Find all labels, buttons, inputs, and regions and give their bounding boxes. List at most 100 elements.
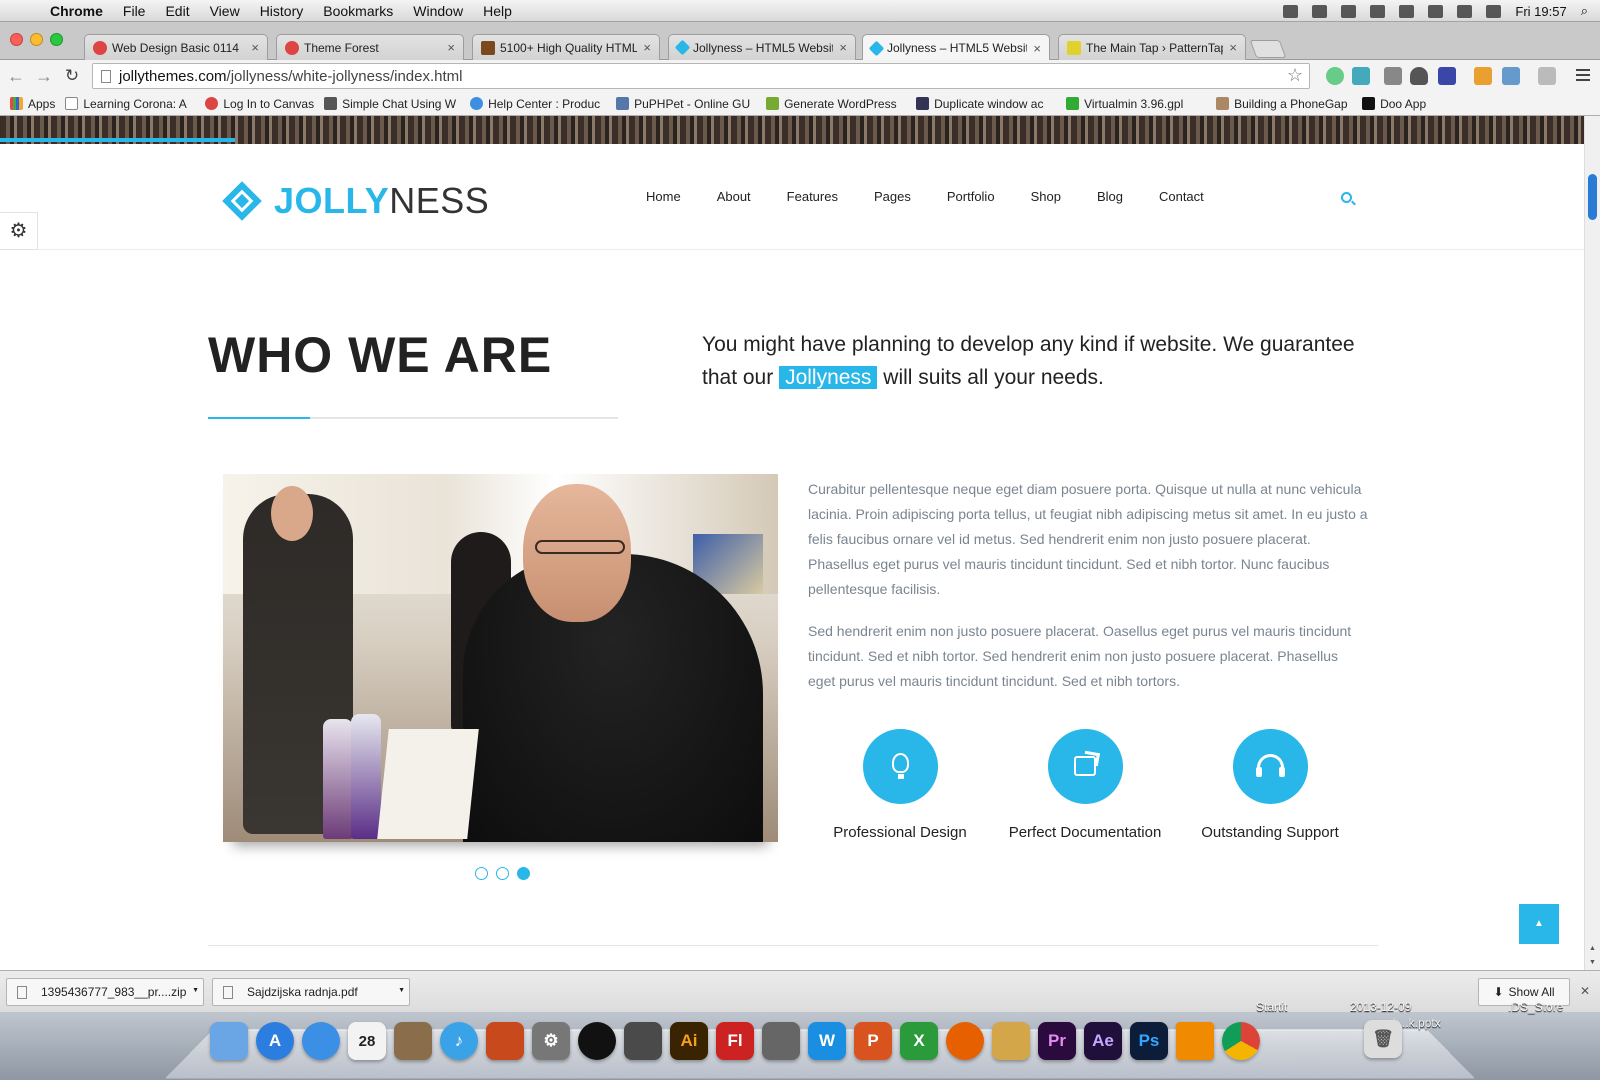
new-tab-button[interactable] [1249,40,1287,58]
tab-jollyness-1[interactable]: Jollyness – HTML5 Website × [668,34,856,60]
slider-dot-1[interactable] [475,867,488,880]
bookmark-duplicate-window[interactable]: Duplicate window ac [916,97,1056,111]
finder-icon[interactable] [210,1022,248,1060]
forward-icon[interactable]: → [32,66,56,87]
tab-close-icon[interactable]: × [1033,41,1041,56]
extension-wave-icon[interactable] [1352,67,1370,85]
extension-on-icon[interactable] [1326,67,1344,85]
feature-outstanding-support[interactable]: Outstanding Support [1175,729,1365,841]
tab-patterntap[interactable]: The Main Tap › PatternTap × [1058,34,1246,60]
chrome-menu-icon[interactable] [1576,69,1590,84]
wifi-icon[interactable] [1428,4,1444,18]
tab-web-design-basic[interactable]: Web Design Basic 0114 × [84,34,268,60]
extension-folder-icon[interactable] [1502,67,1520,85]
pocket-icon[interactable] [1410,67,1428,85]
settings-gear-icon[interactable]: ⚙ [0,212,38,250]
tab-theme-forest[interactable]: Theme Forest × [276,34,464,60]
tab-jollyness-active[interactable]: Jollyness – HTML5 Website × [862,34,1050,61]
menu-history[interactable]: History [250,3,314,19]
extension-ruler-icon[interactable] [1474,67,1492,85]
powerpoint-icon[interactable]: P [854,1022,892,1060]
vlc-icon[interactable] [1176,1022,1214,1060]
photos-icon[interactable] [394,1022,432,1060]
bookmark-puphpet[interactable]: PuPHPet - Online GU [616,97,756,111]
chrome-icon[interactable] [1222,1022,1260,1060]
scrollbar-thumb[interactable] [1588,174,1597,220]
calendar-icon[interactable]: 28 [348,1022,386,1060]
back-to-top-button[interactable]: ▲ [1519,904,1559,944]
reload-icon[interactable]: ↻ [60,66,84,86]
bookmark-simple-chat[interactable]: Simple Chat Using W [324,97,460,111]
menu-file[interactable]: File [113,3,156,19]
back-icon[interactable]: ← [4,66,28,87]
firefox-icon[interactable] [946,1022,984,1060]
menu-view[interactable]: View [200,3,250,19]
quill-app-icon[interactable] [624,1022,662,1060]
app-store-icon[interactable]: A [256,1022,294,1060]
safari-icon[interactable] [302,1022,340,1060]
slider-dot-3[interactable] [517,867,530,880]
scroll-up-arrow-icon[interactable]: ▲ [1589,945,1596,952]
bookmark-learning-corona[interactable]: Learning Corona: A [65,97,195,111]
after-effects-icon[interactable]: Ae [1084,1022,1122,1060]
download-item-pdf[interactable]: Sajdzijska radnja.pdf ▼ [212,978,410,1006]
close-window-button[interactable] [10,33,23,46]
extension-book-icon[interactable] [1438,67,1456,85]
bookmark-phonegap[interactable]: Building a PhoneGap [1216,97,1352,111]
tab-close-icon[interactable]: × [251,40,259,55]
trash-icon[interactable]: 🗑 [1364,1020,1402,1058]
nav-features[interactable]: Features [787,189,838,204]
status-one-icon[interactable] [1312,4,1328,18]
bookmark-canvas[interactable]: Log In to Canvas [205,97,314,111]
site-logo[interactable]: JOLLYNESS [222,180,489,222]
nav-portfolio[interactable]: Portfolio [947,189,995,204]
excel-icon[interactable]: X [900,1022,938,1060]
dropdown-arrow-icon[interactable]: ▼ [398,987,405,994]
tab-close-icon[interactable]: × [1229,40,1237,55]
search-icon[interactable] [1341,192,1352,203]
input-source-icon[interactable] [1457,4,1473,18]
nav-home[interactable]: Home [646,189,681,204]
volume-icon[interactable] [1486,4,1502,18]
premiere-icon[interactable]: Pr [1038,1022,1076,1060]
bookmark-star-icon[interactable]: ☆ [1287,65,1303,86]
nav-about[interactable]: About [717,189,751,204]
bookmark-generate-wordpress[interactable]: Generate WordPress [766,97,906,111]
zoom-window-button[interactable] [50,33,63,46]
ableton-live-icon[interactable] [578,1022,616,1060]
audio-editor-icon[interactable] [486,1022,524,1060]
bookmark-help-center[interactable]: Help Center : Produc [470,97,606,111]
scroll-down-arrow-icon[interactable]: ▼ [1589,959,1596,966]
bookmark-doo-app[interactable]: Doo App [1362,97,1426,111]
slider-dot-2[interactable] [496,867,509,880]
menu-bookmarks[interactable]: Bookmarks [313,3,403,19]
spotlight-icon[interactable]: ⌕ [1581,3,1588,19]
archive-utility-icon[interactable] [762,1022,800,1060]
close-downloads-icon[interactable]: ✕ [1580,984,1590,998]
menu-edit[interactable]: Edit [155,3,199,19]
bookmark-virtualmin[interactable]: Virtualmin 3.96.gpl [1066,97,1206,111]
nav-shop[interactable]: Shop [1031,189,1061,204]
dropdown-arrow-icon[interactable]: ▼ [192,987,199,994]
download-item-zip[interactable]: 1395436777_983__pr....zip ▼ [6,978,204,1006]
page-scrollbar[interactable]: ▲ ▼ [1584,116,1600,970]
tab-5100-html[interactable]: 5100+ High Quality HTML × [472,34,660,60]
tab-close-icon[interactable]: × [839,40,847,55]
tab-close-icon[interactable]: × [447,40,455,55]
status-app-icon[interactable] [1283,4,1299,18]
tab-close-icon[interactable]: × [643,40,651,55]
display-icon[interactable] [1341,4,1357,18]
bluetooth-icon[interactable] [1399,4,1415,18]
nav-contact[interactable]: Contact [1159,189,1204,204]
extension-mail-icon[interactable] [1538,67,1556,85]
feature-perfect-documentation[interactable]: Perfect Documentation [990,729,1180,841]
menu-help[interactable]: Help [473,3,522,19]
minimize-window-button[interactable] [30,33,43,46]
nav-blog[interactable]: Blog [1097,189,1123,204]
bookmark-apps[interactable]: Apps [10,97,55,111]
illustrator-icon[interactable]: Ai [670,1022,708,1060]
system-preferences-icon[interactable]: ⚙ [532,1022,570,1060]
itunes-icon[interactable]: ♪ [440,1022,478,1060]
time-machine-icon[interactable] [1370,4,1386,18]
address-bar[interactable]: jollythemes.com/jollyness/white-jollynes… [92,63,1310,89]
